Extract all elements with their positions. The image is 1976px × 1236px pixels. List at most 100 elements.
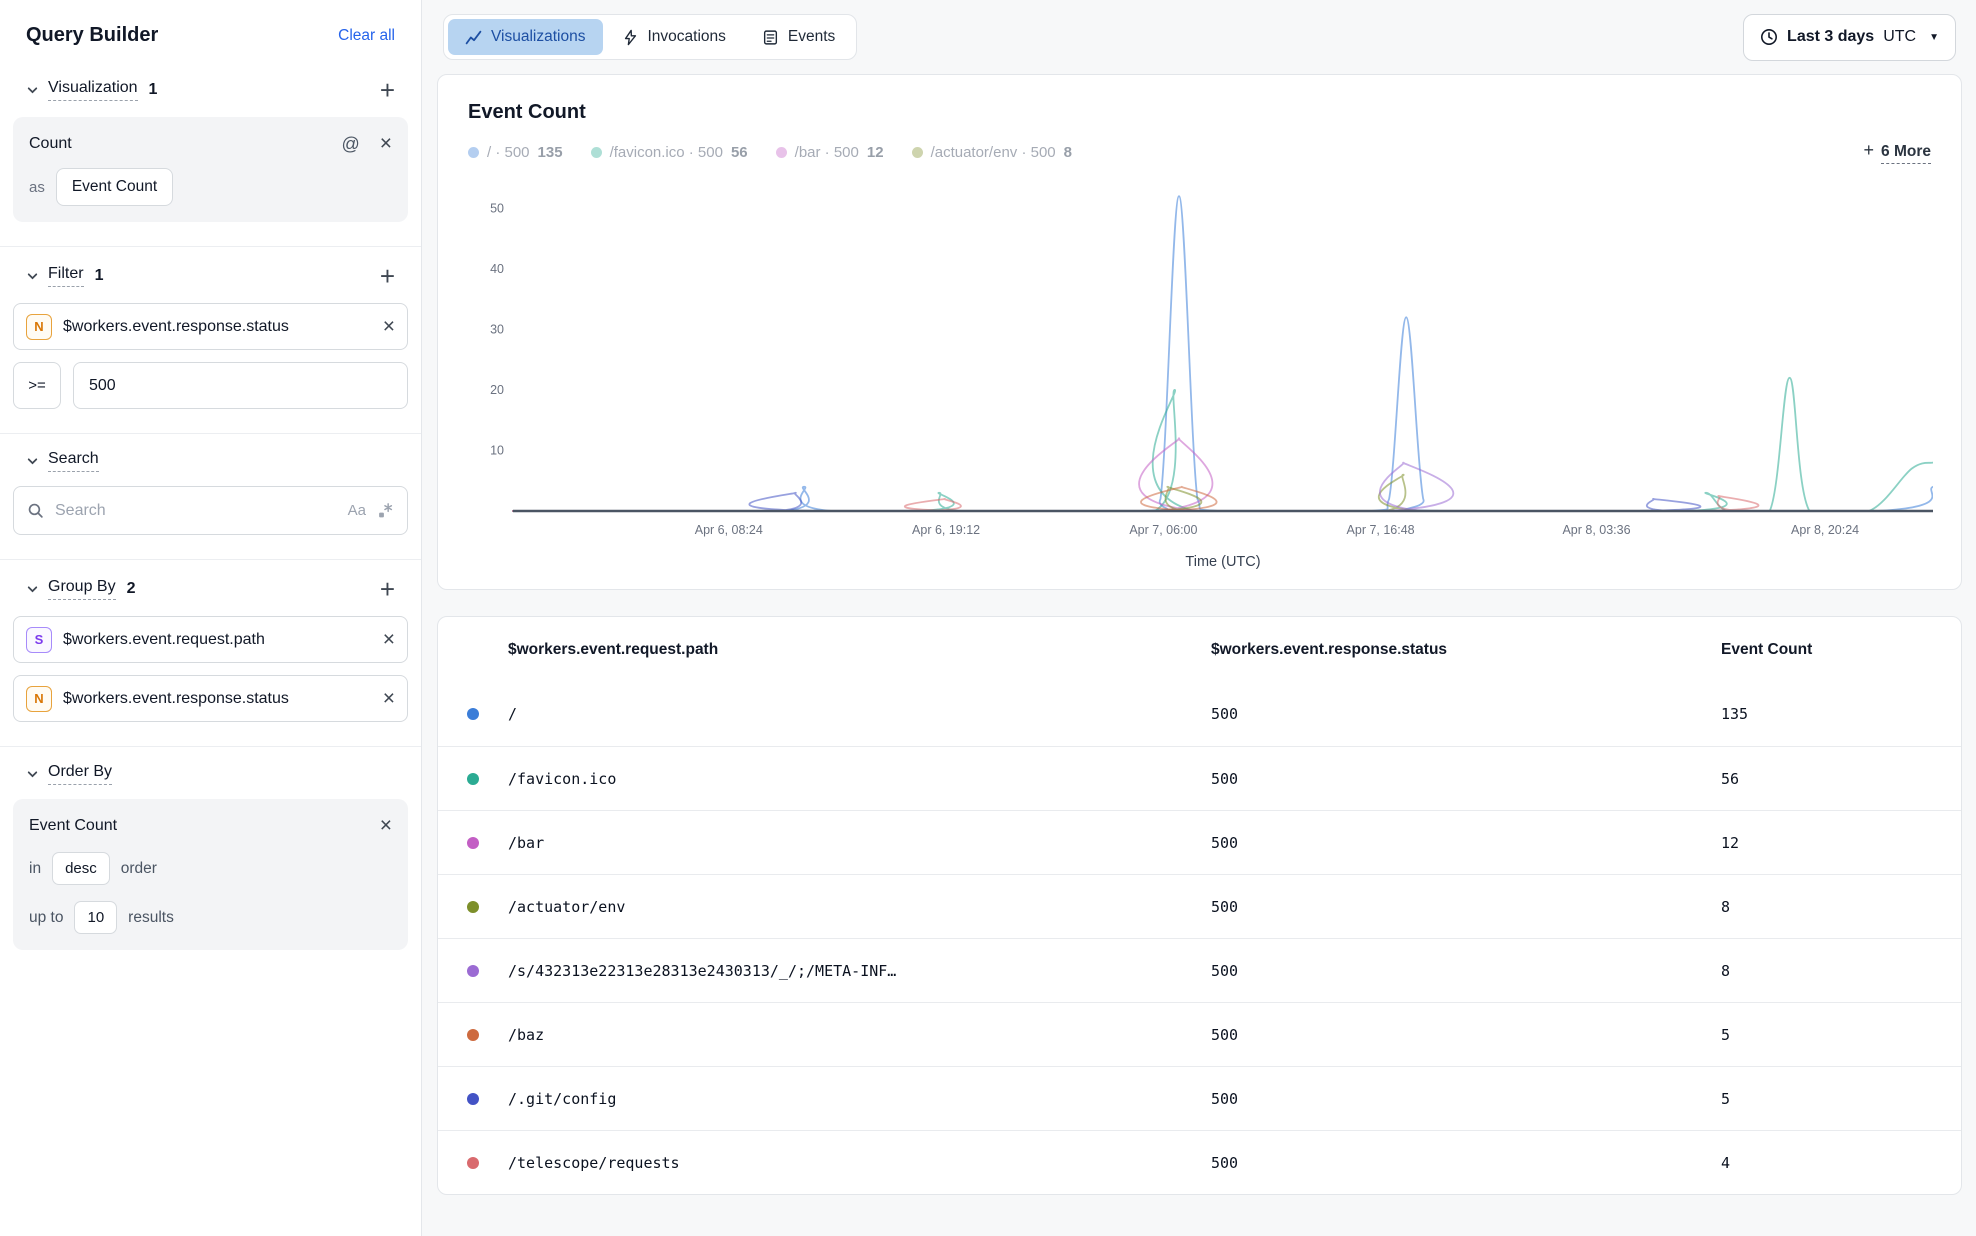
chevron-down-icon[interactable]	[26, 270, 39, 283]
column-header-status[interactable]: $workers.event.response.status	[1211, 641, 1721, 659]
result-limit-input[interactable]: 10	[74, 901, 117, 934]
visualization-alias-field[interactable]: Event Count	[56, 168, 173, 206]
chart-series-line	[513, 378, 1933, 511]
chart-series-line	[513, 496, 1933, 511]
event-count-cell: 5	[1721, 1026, 1961, 1044]
in-label: in	[29, 860, 41, 878]
svg-text:40: 40	[490, 262, 504, 276]
tab-visualizations[interactable]: Visualizations	[448, 19, 603, 55]
search-icon	[27, 502, 44, 519]
add-group-by-button[interactable]: +	[380, 576, 395, 602]
add-visualization-button[interactable]: +	[380, 77, 395, 103]
order-direction-select[interactable]: desc	[52, 852, 110, 885]
legend-item[interactable]: /favicon.ico · 50056	[591, 144, 748, 161]
series-color-dot	[467, 1093, 479, 1105]
search-field[interactable]: Aa	[13, 486, 408, 535]
filter-count: 1	[95, 267, 104, 285]
table-row[interactable]: /favicon.ico50056	[438, 746, 1961, 810]
legend-item[interactable]: / · 500135	[468, 144, 563, 161]
group-by-field-name: $workers.event.request.path	[63, 631, 265, 649]
legend-item[interactable]: /bar · 50012	[776, 144, 884, 161]
remove-visualization-button[interactable]: ×	[380, 133, 392, 154]
event-count-cell: 8	[1721, 962, 1961, 980]
column-header-event-count[interactable]: Event Count	[1721, 641, 1961, 659]
legend-dot	[776, 147, 787, 158]
chevron-down-icon[interactable]	[26, 84, 39, 97]
order-by-section: Order By Event Count × in desc order up …	[0, 747, 421, 974]
search-section: Search Aa	[0, 434, 421, 560]
filter-value-input[interactable]	[73, 362, 408, 409]
time-range-label: Last 3 days	[1787, 28, 1874, 46]
table-row[interactable]: /telescope/requests5004	[438, 1130, 1961, 1194]
table-row[interactable]: /baz5005	[438, 1002, 1961, 1066]
chevron-down-icon[interactable]	[26, 455, 39, 468]
number-type-icon: N	[26, 314, 52, 340]
order-by-card: Event Count × in desc order up to 10 res…	[13, 799, 408, 950]
remove-filter-button[interactable]: ×	[383, 316, 395, 337]
time-range-button[interactable]: Last 3 days UTC ▼	[1743, 14, 1956, 61]
svg-text:Apr 8, 20:24: Apr 8, 20:24	[1791, 523, 1859, 537]
filter-section-label[interactable]: Filter	[48, 265, 84, 287]
response-status-cell: 500	[1211, 1154, 1721, 1172]
order-by-section-label[interactable]: Order By	[48, 763, 112, 785]
table-header-row: $workers.event.request.path $workers.eve…	[438, 617, 1961, 682]
request-path-cell: /actuator/env	[508, 898, 1211, 916]
response-status-cell: 500	[1211, 705, 1721, 723]
visualization-count: 1	[149, 81, 158, 99]
table-row[interactable]: /s/432313e22313e28313e2430313/_/;/META-I…	[438, 938, 1961, 1002]
filter-operator-select[interactable]: >=	[13, 362, 61, 409]
results-table-body: /500135/favicon.ico50056/bar50012/actuat…	[438, 682, 1961, 1194]
table-row[interactable]: /.git/config5005	[438, 1066, 1961, 1130]
tab-events[interactable]: Events	[745, 19, 852, 55]
filter-field-row[interactable]: N $workers.event.response.status ×	[13, 303, 408, 350]
match-case-icon[interactable]: Aa	[348, 502, 366, 519]
table-row[interactable]: /bar50012	[438, 810, 1961, 874]
main-panel: Visualizations Invocations Events Last 3…	[422, 0, 1976, 1236]
number-type-icon: N	[26, 686, 52, 712]
group-by-field-row[interactable]: N $workers.event.response.status ×	[13, 675, 408, 722]
response-status-cell: 500	[1211, 962, 1721, 980]
group-by-field-row[interactable]: S $workers.event.request.path ×	[13, 616, 408, 663]
legend-dot	[591, 147, 602, 158]
results-table-card: $workers.event.request.path $workers.eve…	[437, 616, 1962, 1195]
series-color-dot	[467, 901, 479, 913]
app-root: Query Builder Clear all Visualization 1 …	[0, 0, 1976, 1236]
aggregation-name: Count	[29, 135, 72, 153]
chevron-down-icon[interactable]	[26, 583, 39, 596]
content-area: Event Count / · 500135/favicon.ico · 500…	[422, 66, 1976, 1195]
event-count-chart: 1020304050Apr 6, 08:24Apr 6, 19:12Apr 7,…	[468, 172, 1933, 574]
search-section-label[interactable]: Search	[48, 450, 99, 472]
request-path-cell: /telescope/requests	[508, 1154, 1211, 1172]
column-header-path[interactable]: $workers.event.request.path	[508, 641, 1211, 659]
request-path-cell: /bar	[508, 834, 1211, 852]
group-by-field-name: $workers.event.response.status	[63, 690, 289, 708]
event-count-cell: 56	[1721, 770, 1961, 788]
legend-dot	[468, 147, 479, 158]
view-tabs: Visualizations Invocations Events	[443, 14, 857, 60]
chevron-down-icon[interactable]	[26, 768, 39, 781]
tab-invocations[interactable]: Invocations	[605, 19, 743, 55]
regex-icon[interactable]	[377, 502, 394, 519]
order-by-field: Event Count	[29, 817, 117, 835]
visualization-section-label[interactable]: Visualization	[48, 79, 138, 101]
tab-label: Visualizations	[491, 28, 586, 46]
legend-item[interactable]: /actuator/env · 5008	[912, 144, 1072, 161]
field-picker-icon[interactable]: @	[341, 135, 359, 153]
remove-group-by-button[interactable]: ×	[383, 688, 395, 709]
remove-order-by-button[interactable]: ×	[380, 815, 392, 836]
group-by-section-label[interactable]: Group By	[48, 578, 116, 600]
svg-text:Apr 7, 16:48: Apr 7, 16:48	[1347, 523, 1415, 537]
results-label: results	[128, 909, 174, 927]
add-filter-button[interactable]: +	[380, 263, 395, 289]
svg-text:Apr 7, 06:00: Apr 7, 06:00	[1129, 523, 1197, 537]
tab-label: Invocations	[648, 28, 726, 46]
response-status-cell: 500	[1211, 834, 1721, 852]
clear-all-link[interactable]: Clear all	[338, 27, 395, 45]
legend-more-button[interactable]: + 6 More	[1864, 140, 1931, 164]
search-input[interactable]	[55, 502, 337, 520]
page-title: Query Builder	[26, 24, 158, 47]
table-row[interactable]: /500135	[438, 682, 1961, 746]
table-row[interactable]: /actuator/env5008	[438, 874, 1961, 938]
remove-group-by-button[interactable]: ×	[383, 629, 395, 650]
filter-section: Filter 1 + N $workers.event.response.sta…	[0, 247, 421, 434]
